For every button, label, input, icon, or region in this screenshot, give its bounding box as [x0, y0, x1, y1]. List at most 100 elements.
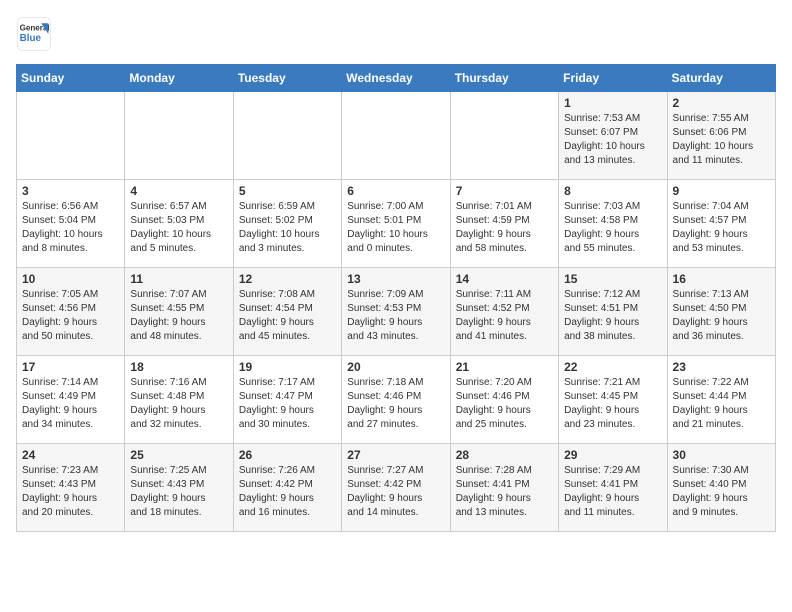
- day-info: Sunrise: 6:57 AM Sunset: 5:03 PM Dayligh…: [130, 200, 227, 256]
- calendar-cell: 11Sunrise: 7:07 AM Sunset: 4:55 PM Dayli…: [125, 268, 233, 356]
- calendar-cell: [125, 92, 233, 180]
- day-info: Sunrise: 7:18 AM Sunset: 4:46 PM Dayligh…: [347, 376, 444, 432]
- day-number: 19: [239, 360, 336, 374]
- calendar-cell: 26 Sunrise: 7:26 AM Sunset: 4:42 PM Dayli…: [233, 444, 341, 532]
- day-number: 6: [347, 184, 444, 198]
- calendar-cell: 17 Sunrise: 7:14 AM Sunset: 4:49 PM Dayli…: [17, 356, 125, 444]
- day-number: 16: [673, 272, 770, 286]
- calendar-cell: 12 Sunrise: 7:08 AM Sunset: 4:54 PM Dayli…: [233, 268, 341, 356]
- weekday-header-saturday: Saturday: [667, 65, 775, 92]
- day-info: Sunrise: 7:20 AM Sunset: 4:46 PM Dayligh…: [456, 376, 553, 432]
- day-info: Sunrise: 7:55 AM Sunset: 6:06 PM Dayligh…: [673, 112, 770, 168]
- weekday-header-thursday: Thursday: [450, 65, 558, 92]
- calendar-cell: 28 Sunrise: 7:28 AM Sunset: 4:41 PM Dayli…: [450, 444, 558, 532]
- day-info: Sunrise: 7:30 AM Sunset: 4:40 PM Dayligh…: [673, 464, 770, 520]
- day-number: 23: [673, 360, 770, 374]
- calendar-cell: 18Sunrise: 7:16 AM Sunset: 4:48 PM Dayli…: [125, 356, 233, 444]
- calendar-cell: [342, 92, 450, 180]
- page-header: General Blue: [16, 16, 776, 52]
- weekday-header-monday: Monday: [125, 65, 233, 92]
- logo-icon: General Blue: [16, 16, 52, 52]
- day-info: Sunrise: 7:23 AM Sunset: 4:43 PM Dayligh…: [22, 464, 119, 520]
- day-info: Sunrise: 7:04 AM Sunset: 4:57 PM Dayligh…: [673, 200, 770, 256]
- day-number: 28: [456, 448, 553, 462]
- day-number: 11: [130, 272, 227, 286]
- weekday-header-wednesday: Wednesday: [342, 65, 450, 92]
- day-number: 3: [22, 184, 119, 198]
- day-info: Sunrise: 7:21 AM Sunset: 4:45 PM Dayligh…: [564, 376, 661, 432]
- day-number: 9: [673, 184, 770, 198]
- calendar-cell: 27 Sunrise: 7:27 AM Sunset: 4:42 PM Dayli…: [342, 444, 450, 532]
- day-info: Sunrise: 7:11 AM Sunset: 4:52 PM Dayligh…: [456, 288, 553, 344]
- calendar-cell: [233, 92, 341, 180]
- day-info: Sunrise: 7:08 AM Sunset: 4:54 PM Dayligh…: [239, 288, 336, 344]
- calendar-cell: 2 Sunrise: 7:55 AM Sunset: 6:06 PM Daylig…: [667, 92, 775, 180]
- calendar-table: SundayMondayTuesdayWednesdayThursdayFrid…: [16, 64, 776, 532]
- day-number: 2: [673, 96, 770, 110]
- day-number: 26: [239, 448, 336, 462]
- calendar-cell: 22 Sunrise: 7:21 AM Sunset: 4:45 PM Dayli…: [559, 356, 667, 444]
- day-info: Sunrise: 6:56 AM Sunset: 5:04 PM Dayligh…: [22, 200, 119, 256]
- day-info: Sunrise: 7:53 AM Sunset: 6:07 PM Dayligh…: [564, 112, 661, 168]
- day-info: Sunrise: 7:28 AM Sunset: 4:41 PM Dayligh…: [456, 464, 553, 520]
- svg-text:Blue: Blue: [20, 33, 42, 44]
- calendar-cell: 19 Sunrise: 7:17 AM Sunset: 4:47 PM Dayli…: [233, 356, 341, 444]
- calendar-cell: 25Sunrise: 7:25 AM Sunset: 4:43 PM Dayli…: [125, 444, 233, 532]
- calendar-cell: 1 Sunrise: 7:53 AM Sunset: 6:07 PM Daylig…: [559, 92, 667, 180]
- calendar-cell: 9 Sunrise: 7:04 AM Sunset: 4:57 PM Daylig…: [667, 180, 775, 268]
- day-number: 10: [22, 272, 119, 286]
- day-number: 27: [347, 448, 444, 462]
- day-number: 15: [564, 272, 661, 286]
- calendar-cell: 10 Sunrise: 7:05 AM Sunset: 4:56 PM Dayli…: [17, 268, 125, 356]
- calendar-cell: 29 Sunrise: 7:29 AM Sunset: 4:41 PM Dayli…: [559, 444, 667, 532]
- day-number: 7: [456, 184, 553, 198]
- calendar-cell: 4 Sunrise: 6:57 AM Sunset: 5:03 PM Daylig…: [125, 180, 233, 268]
- calendar-cell: 6 Sunrise: 7:00 AM Sunset: 5:01 PM Daylig…: [342, 180, 450, 268]
- calendar-cell: 15 Sunrise: 7:12 AM Sunset: 4:51 PM Dayli…: [559, 268, 667, 356]
- day-info: Sunrise: 7:05 AM Sunset: 4:56 PM Dayligh…: [22, 288, 119, 344]
- weekday-header-friday: Friday: [559, 65, 667, 92]
- calendar-cell: 14 Sunrise: 7:11 AM Sunset: 4:52 PM Dayli…: [450, 268, 558, 356]
- day-number: 24: [22, 448, 119, 462]
- calendar-cell: [450, 92, 558, 180]
- calendar-cell: 20 Sunrise: 7:18 AM Sunset: 4:46 PM Dayli…: [342, 356, 450, 444]
- day-number: 20: [347, 360, 444, 374]
- calendar-cell: 5 Sunrise: 6:59 AM Sunset: 5:02 PM Daylig…: [233, 180, 341, 268]
- weekday-header-sunday: Sunday: [17, 65, 125, 92]
- day-number: 25: [130, 448, 227, 462]
- day-info: Sunrise: 7:00 AM Sunset: 5:01 PM Dayligh…: [347, 200, 444, 256]
- day-info: Sunrise: 7:22 AM Sunset: 4:44 PM Dayligh…: [673, 376, 770, 432]
- day-number: 17: [22, 360, 119, 374]
- day-info: Sunrise: 7:09 AM Sunset: 4:53 PM Dayligh…: [347, 288, 444, 344]
- day-info: Sunrise: 7:13 AM Sunset: 4:50 PM Dayligh…: [673, 288, 770, 344]
- calendar-cell: 21 Sunrise: 7:20 AM Sunset: 4:46 PM Dayli…: [450, 356, 558, 444]
- day-number: 21: [456, 360, 553, 374]
- calendar-cell: 3 Sunrise: 6:56 AM Sunset: 5:04 PM Daylig…: [17, 180, 125, 268]
- day-info: Sunrise: 7:29 AM Sunset: 4:41 PM Dayligh…: [564, 464, 661, 520]
- day-info: Sunrise: 7:26 AM Sunset: 4:42 PM Dayligh…: [239, 464, 336, 520]
- calendar-cell: 8 Sunrise: 7:03 AM Sunset: 4:58 PM Daylig…: [559, 180, 667, 268]
- calendar-cell: [17, 92, 125, 180]
- day-number: 22: [564, 360, 661, 374]
- day-number: 1: [564, 96, 661, 110]
- day-info: Sunrise: 7:12 AM Sunset: 4:51 PM Dayligh…: [564, 288, 661, 344]
- weekday-header-tuesday: Tuesday: [233, 65, 341, 92]
- day-number: 5: [239, 184, 336, 198]
- day-info: Sunrise: 6:59 AM Sunset: 5:02 PM Dayligh…: [239, 200, 336, 256]
- calendar-cell: 7 Sunrise: 7:01 AM Sunset: 4:59 PM Daylig…: [450, 180, 558, 268]
- day-info: Sunrise: 7:01 AM Sunset: 4:59 PM Dayligh…: [456, 200, 553, 256]
- day-number: 14: [456, 272, 553, 286]
- day-info: Sunrise: 7:14 AM Sunset: 4:49 PM Dayligh…: [22, 376, 119, 432]
- calendar-cell: 24 Sunrise: 7:23 AM Sunset: 4:43 PM Dayli…: [17, 444, 125, 532]
- calendar-cell: 13Sunrise: 7:09 AM Sunset: 4:53 PM Dayli…: [342, 268, 450, 356]
- day-number: 4: [130, 184, 227, 198]
- day-number: 8: [564, 184, 661, 198]
- day-info: Sunrise: 7:27 AM Sunset: 4:42 PM Dayligh…: [347, 464, 444, 520]
- day-info: Sunrise: 7:17 AM Sunset: 4:47 PM Dayligh…: [239, 376, 336, 432]
- day-number: 29: [564, 448, 661, 462]
- logo: General Blue: [16, 16, 56, 52]
- day-number: 12: [239, 272, 336, 286]
- calendar-cell: 23 Sunrise: 7:22 AM Sunset: 4:44 PM Dayli…: [667, 356, 775, 444]
- calendar-cell: 16 Sunrise: 7:13 AM Sunset: 4:50 PM Dayli…: [667, 268, 775, 356]
- day-info: Sunrise: 7:03 AM Sunset: 4:58 PM Dayligh…: [564, 200, 661, 256]
